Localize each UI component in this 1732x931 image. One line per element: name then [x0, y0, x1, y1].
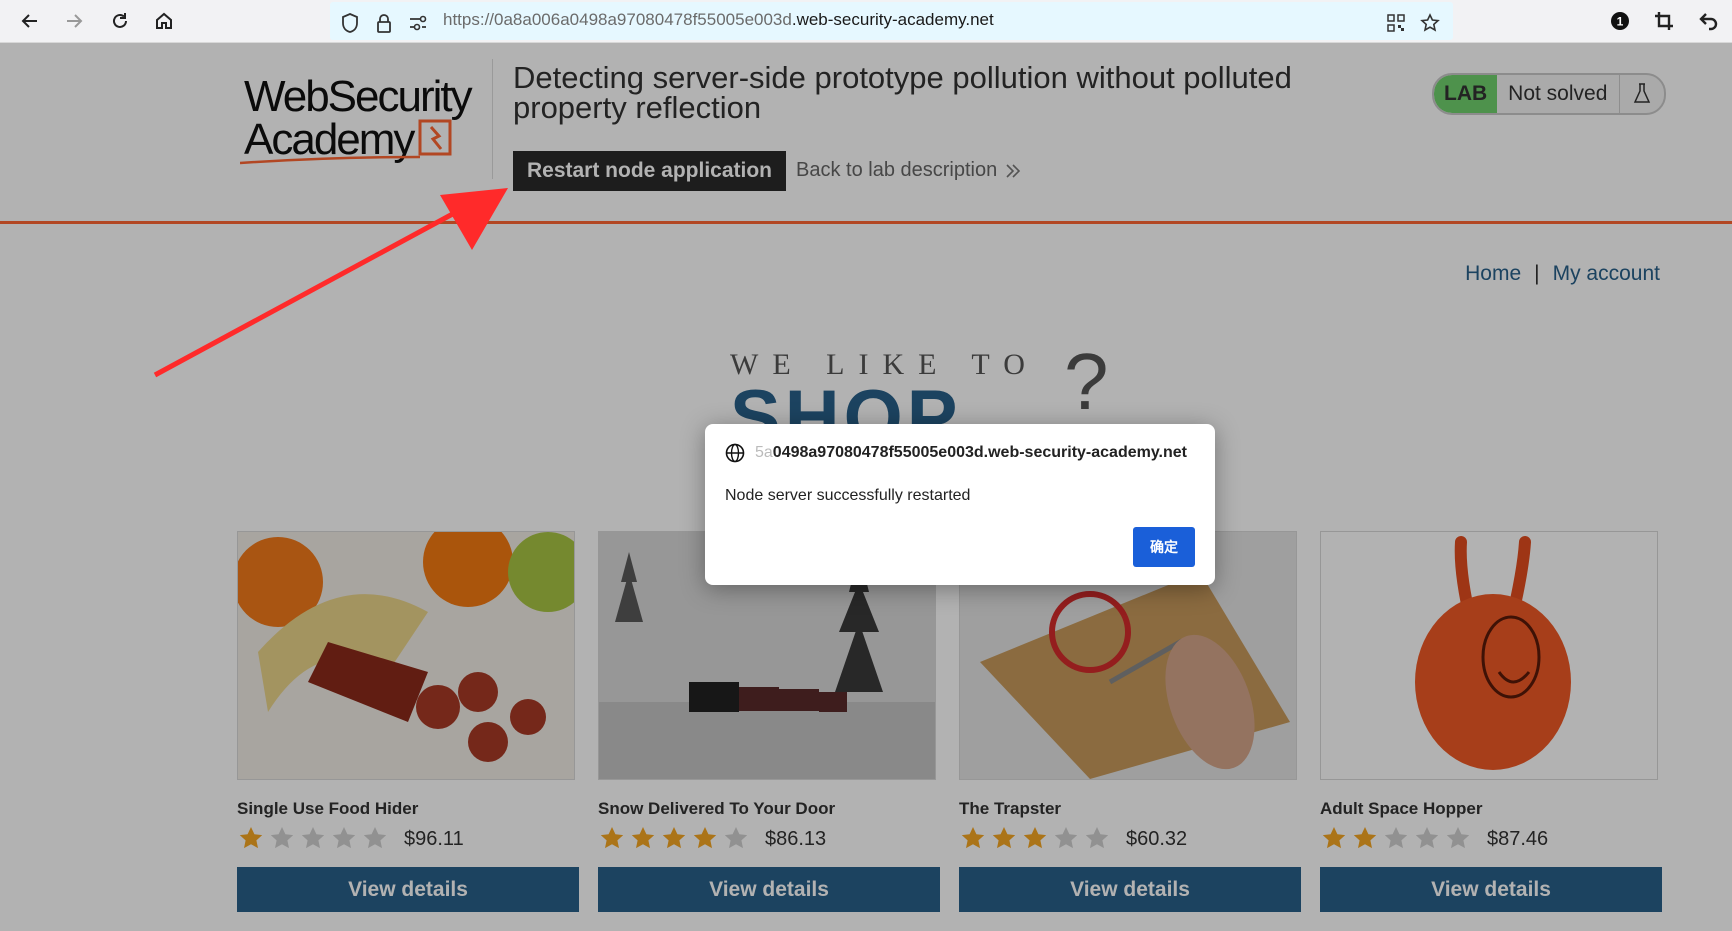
qr-code-icon[interactable]: [1384, 11, 1408, 35]
back-arrow-icon[interactable]: [16, 7, 44, 35]
site-permissions-icon[interactable]: [406, 11, 430, 35]
dialog-origin-faded: 5a: [755, 444, 773, 461]
dialog-origin: 5a0498a97080478f55005e003d.web-security-…: [725, 443, 1187, 463]
address-bar[interactable]: https://0a8a006a0498a97080478f55005e003d…: [330, 2, 1453, 40]
alert-dialog: 5a0498a97080478f55005e003d.web-security-…: [705, 424, 1215, 585]
dialog-origin-text: 0498a97080478f55005e003d.web-security-ac…: [772, 444, 1187, 461]
dialog-ok-button[interactable]: 确定: [1133, 527, 1195, 567]
extension-badge-count: 1: [1617, 15, 1624, 29]
browser-toolbar: https://0a8a006a0498a97080478f55005e003d…: [0, 0, 1732, 43]
dialog-message: Node server successfully restarted: [725, 487, 971, 504]
undo-icon[interactable]: [1694, 7, 1722, 35]
shield-icon[interactable]: [338, 11, 362, 35]
reload-icon[interactable]: [106, 7, 134, 35]
url-domain: .web-security-academy.net: [791, 10, 994, 29]
url-text[interactable]: https://0a8a006a0498a97080478f55005e003d…: [443, 10, 994, 30]
globe-icon: [725, 443, 745, 463]
home-icon[interactable]: [150, 7, 178, 35]
lock-icon[interactable]: [372, 11, 396, 35]
extension-badge-icon[interactable]: 1: [1606, 7, 1634, 35]
bookmark-star-icon[interactable]: [1418, 11, 1442, 35]
annotation-arrow: [153, 188, 508, 378]
forward-arrow-icon[interactable]: [60, 7, 88, 35]
url-prefix: https://0a8a006a0498a97080478f55005e003d: [443, 10, 792, 29]
crop-icon[interactable]: [1650, 7, 1678, 35]
